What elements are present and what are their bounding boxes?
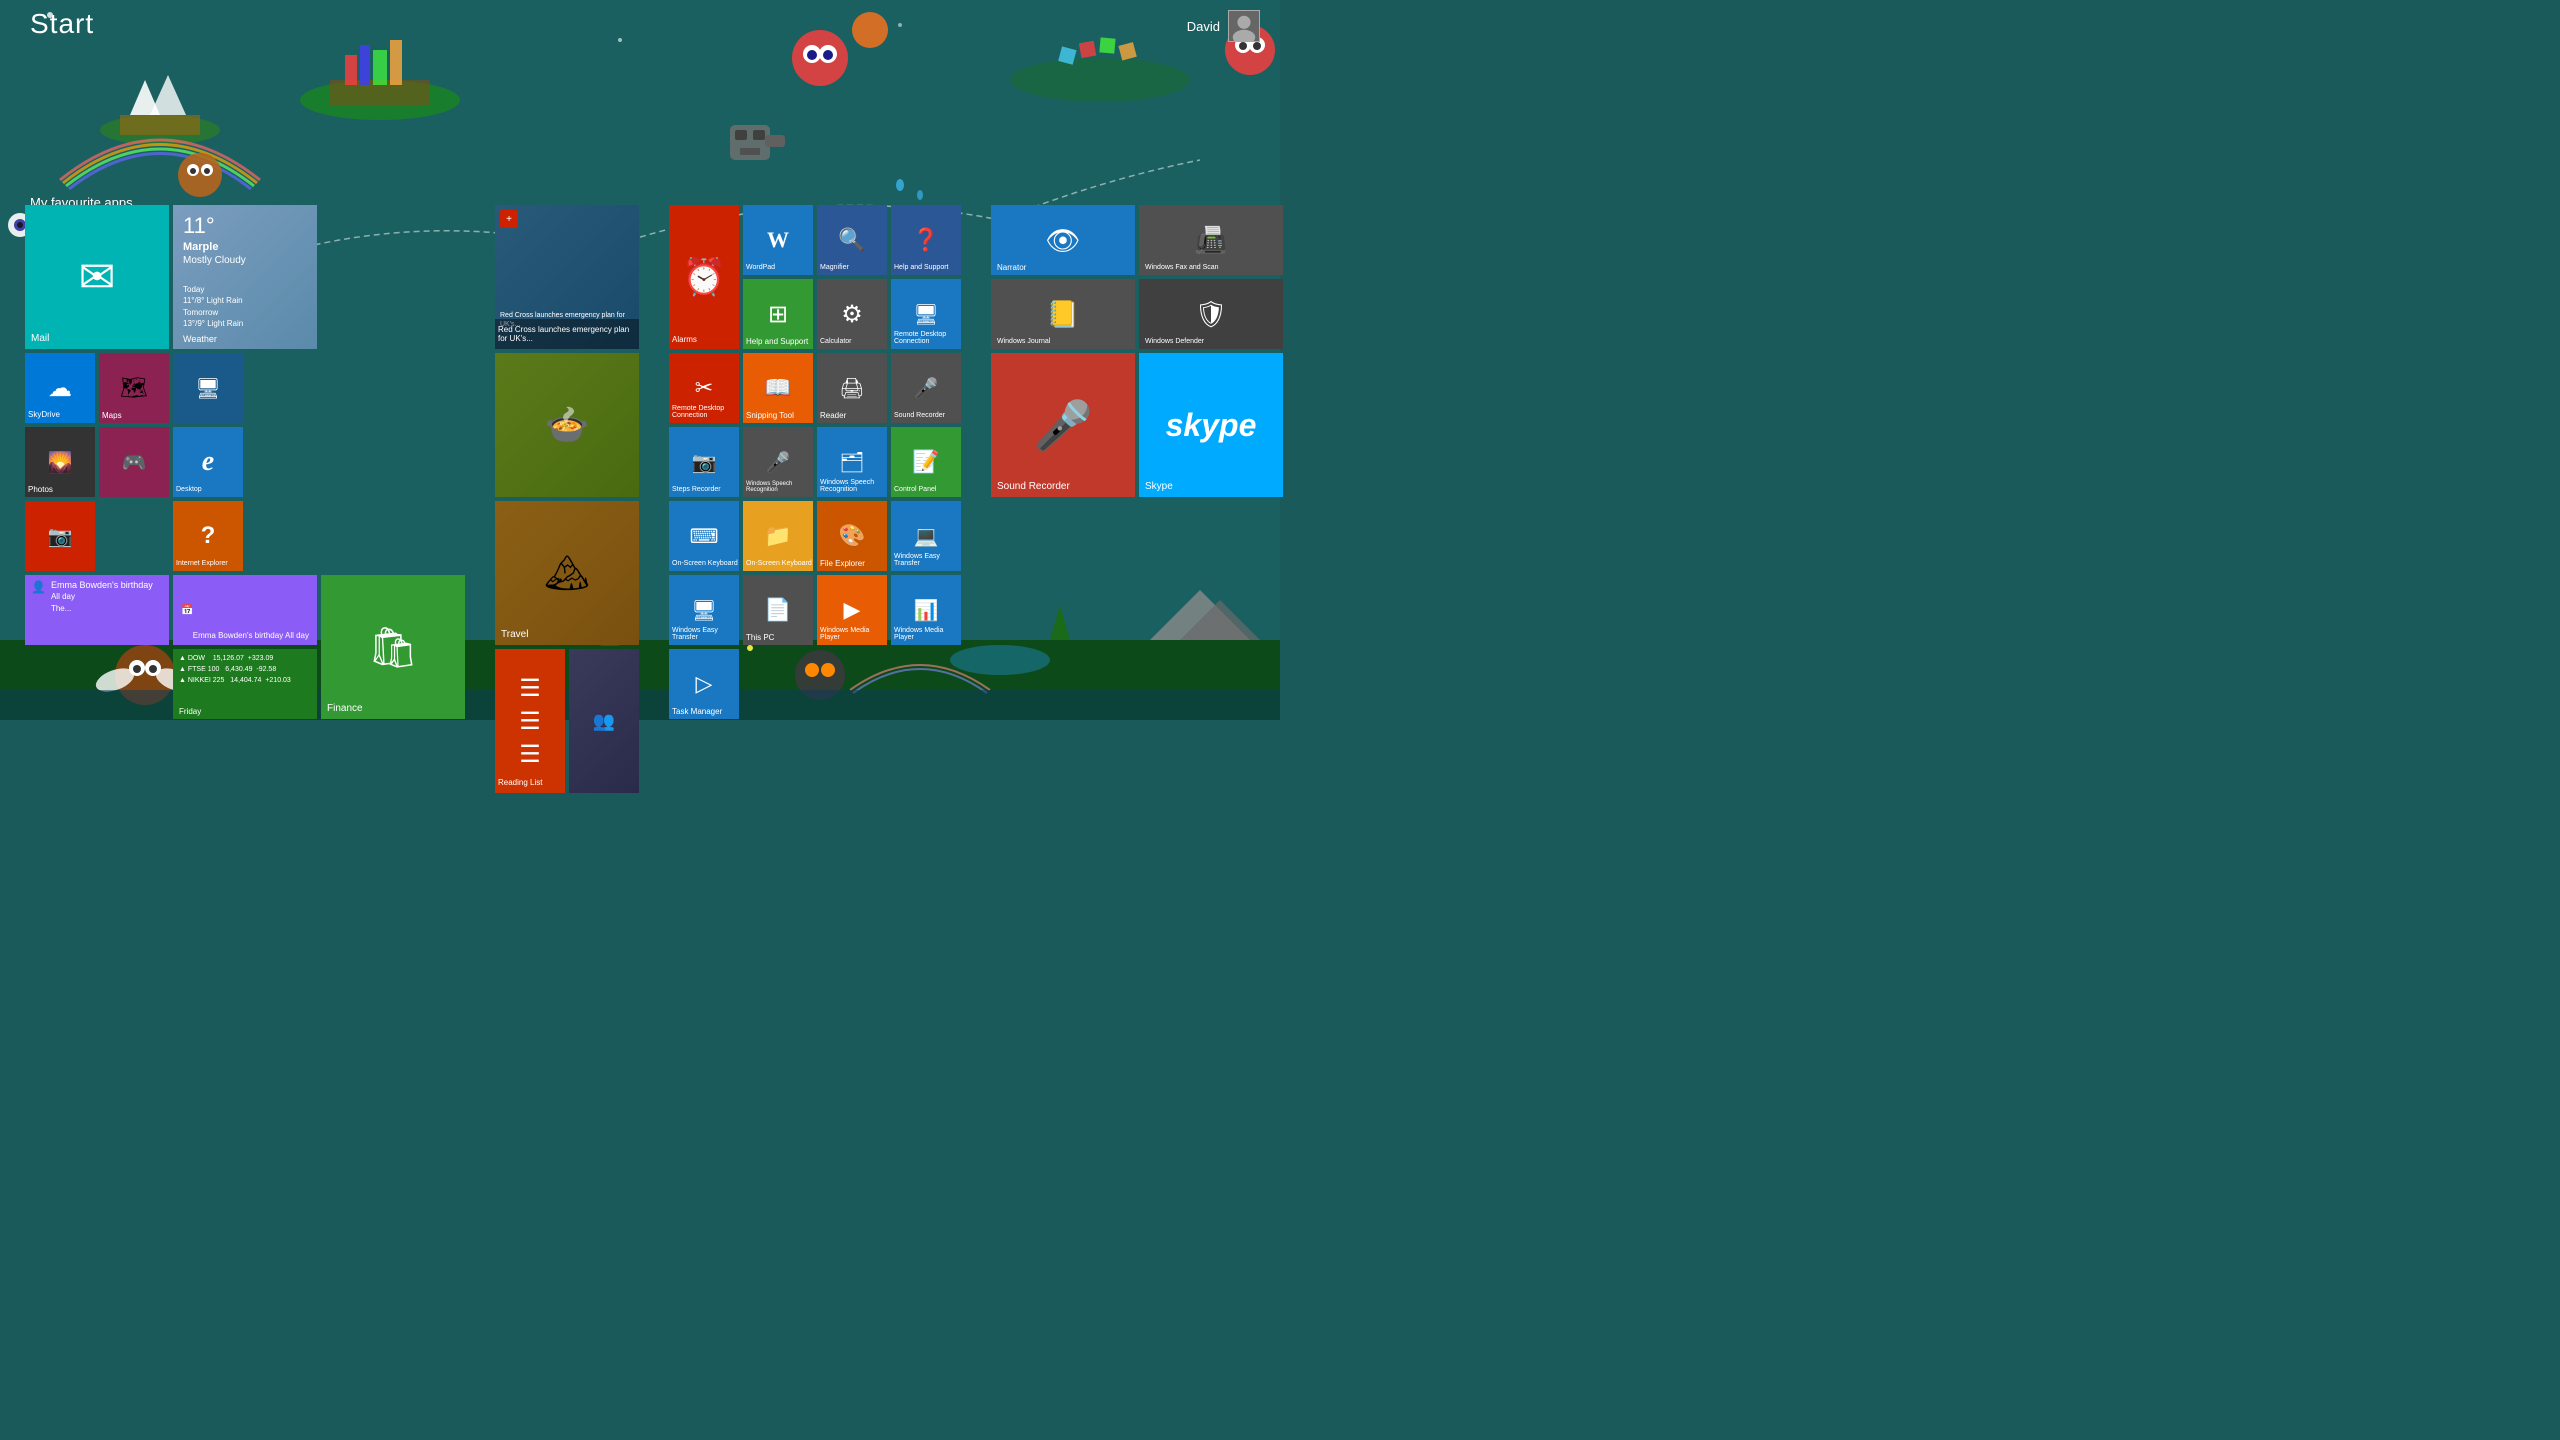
- tile-pc-settings[interactable]: ⚙ Calculator: [817, 279, 887, 349]
- tile-sound-recorder-big[interactable]: 🎤 Sound Recorder: [991, 353, 1135, 497]
- row-right-3: 🎤 Sound Recorder skype Skype: [991, 353, 1283, 497]
- tile-weather[interactable]: 11° Marple Mostly Cloudy Today 11°/8° Li…: [173, 205, 317, 349]
- tile-onscreen-keyboard[interactable]: ⌨ On-Screen Keyboard: [669, 501, 739, 571]
- tile-store[interactable]: 🛍 Finance: [321, 575, 465, 719]
- tile-skype[interactable]: skype Skype: [1139, 353, 1283, 497]
- tile-journal[interactable]: 📒 Windows Journal: [991, 279, 1135, 349]
- tile-finance[interactable]: ▲ DOW 15,126.07 +323.09 ▲ FTSE 100 6,430…: [173, 649, 317, 719]
- user-name: David: [1187, 19, 1220, 34]
- tile-remote-desktop[interactable]: 🖥 Remote Desktop Connection: [891, 279, 961, 349]
- tile-notepad[interactable]: 📄 This PC: [743, 575, 813, 645]
- row-2: ☁ SkyDrive 🗺 Maps 🌄 Photos 🎮: [25, 353, 465, 571]
- tile-news[interactable]: + Red Cross launches emergency plan for …: [495, 205, 639, 349]
- tile-game[interactable]: 🎮: [99, 427, 169, 497]
- tile-travel[interactable]: 🏔 Travel: [495, 501, 639, 645]
- small-tiles-grid: ☁ SkyDrive 🗺 Maps 🌄 Photos 🎮: [25, 353, 169, 571]
- tile-calendar[interactable]: 👤 Emma Bowden's birthday All day The...: [25, 575, 169, 645]
- user-avatar[interactable]: [1228, 10, 1260, 42]
- tile-run[interactable]: ▷ Task Manager: [669, 649, 739, 719]
- tile-date[interactable]: 📅 Emma Bowden's birthday All day: [173, 575, 317, 645]
- row-3: 👤 Emma Bowden's birthday All day The... …: [25, 575, 465, 719]
- tile-reading[interactable]: ☰ ☰ ☰ Reading List: [495, 649, 565, 793]
- tile-fax-scan[interactable]: 📠 Windows Fax and Scan: [1139, 205, 1283, 275]
- group-news: + Red Cross launches emergency plan for …: [495, 205, 639, 793]
- tile-skydrive[interactable]: ☁ SkyDrive: [25, 353, 95, 423]
- tile-magnifier[interactable]: 🔍 Magnifier: [817, 205, 887, 275]
- start-title: Start: [30, 8, 94, 40]
- group-apps: ⏰ Alarms W WordPad 🔍 Magnifier ❓ Help an…: [669, 205, 961, 719]
- tile-defender[interactable]: 🛡 Windows Defender: [1139, 279, 1283, 349]
- tile-snipping-tool[interactable]: ✂ Remote Desktop Connection: [669, 353, 739, 423]
- row-right-1: 👁 Narrator 📠 Windows Fax and Scan: [991, 205, 1283, 275]
- row-right-2: 📒 Windows Journal 🛡 Windows Defender: [991, 279, 1283, 349]
- tile-maps[interactable]: 🗺 Maps: [99, 353, 169, 423]
- user-info[interactable]: David: [1187, 10, 1260, 42]
- tile-easy-transfer[interactable]: 💻 Windows Easy Transfer: [891, 501, 961, 571]
- tile-mail[interactable]: ✉ Mail: [25, 205, 169, 349]
- tile-food[interactable]: 🍲: [495, 353, 639, 497]
- group-right: 👁 Narrator 📠 Windows Fax and Scan 📒 Wind…: [991, 205, 1283, 497]
- col-date-finance: 📅 Emma Bowden's birthday All day ▲ DOW 1…: [173, 575, 317, 719]
- tile-photos[interactable]: 🌄 Photos: [25, 427, 95, 497]
- tile-file-explorer[interactable]: 📁 On-Screen Keyboard: [743, 501, 813, 571]
- tile-task-manager[interactable]: 📊 Windows Media Player: [891, 575, 961, 645]
- tile-sound-recorder-sm[interactable]: 🎤 Sound Recorder: [891, 353, 961, 423]
- tile-social[interactable]: 👥: [569, 649, 639, 793]
- tile-control-panel[interactable]: 🗂 Windows Speech Recognition: [817, 427, 887, 497]
- tile-reader[interactable]: 📖 Snipping Tool: [743, 353, 813, 423]
- tiles-container: ✉ Mail 11° Marple Mostly Cloudy Today 11…: [25, 205, 1283, 793]
- tile-help-support[interactable]: ❓ Help and Support: [891, 205, 961, 275]
- group-personal: ✉ Mail 11° Marple Mostly Cloudy Today 11…: [25, 205, 465, 719]
- tile-paint[interactable]: 🎨 File Explorer: [817, 501, 887, 571]
- tile-desktop[interactable]: 🖥: [173, 353, 243, 423]
- col-right-sm: 🖥 e Desktop ? Internet Explorer: [173, 353, 243, 571]
- tile-sticky-notes[interactable]: 📝 Control Panel: [891, 427, 961, 497]
- tile-steps-recorder[interactable]: 📷 Steps Recorder: [669, 427, 739, 497]
- tile-alarms[interactable]: ⏰ Alarms: [669, 205, 739, 349]
- tile-this-pc[interactable]: 🖥 Windows Easy Transfer: [669, 575, 739, 645]
- row-1: ✉ Mail 11° Marple Mostly Cloudy Today 11…: [25, 205, 465, 349]
- tile-camera[interactable]: 📷: [25, 501, 95, 571]
- tile-ie[interactable]: e Desktop: [173, 427, 243, 497]
- row-reading: ☰ ☰ ☰ Reading List 👥: [495, 649, 639, 793]
- tile-calculator[interactable]: ⊞ Help and Support: [743, 279, 813, 349]
- tile-help[interactable]: ? Internet Explorer: [173, 501, 243, 571]
- tile-speech-recognition[interactable]: 🎤 Windows Speech Recognition: [743, 427, 813, 497]
- tile-wordpad[interactable]: W WordPad: [743, 205, 813, 275]
- tile-media-player[interactable]: ▶ Windows Media Player: [817, 575, 887, 645]
- tile-narrator[interactable]: 👁 Narrator: [991, 205, 1135, 275]
- tile-scan[interactable]: 🖨 Reader: [817, 353, 887, 423]
